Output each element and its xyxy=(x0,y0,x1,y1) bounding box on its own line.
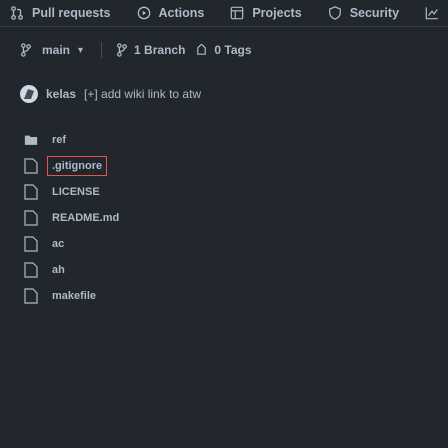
branches-link[interactable]: 1 Branch xyxy=(116,43,185,57)
graph-icon xyxy=(425,7,438,20)
play-circle-icon xyxy=(137,6,150,20)
commit-author[interactable]: kelas xyxy=(46,87,76,101)
nav-security[interactable]: Security xyxy=(328,6,399,20)
pull-request-icon xyxy=(11,6,23,20)
file-row-ah[interactable]: ah xyxy=(24,257,324,283)
nav-security-label: Security xyxy=(349,6,400,20)
nav-pull-requests[interactable]: Pull requests xyxy=(10,6,111,20)
file-icon xyxy=(24,158,38,174)
tags-link[interactable]: 0 Tags xyxy=(195,43,252,57)
avatar-icon xyxy=(24,89,34,99)
folder-icon xyxy=(24,135,38,145)
nav-insights[interactable] xyxy=(425,6,447,20)
file-icon xyxy=(24,184,38,200)
nav-actions[interactable]: Actions xyxy=(137,6,205,20)
branch-bar: main ▾ 1 Branch 0 Tags xyxy=(20,38,252,62)
branch-selector[interactable]: main ▾ xyxy=(20,43,83,57)
file-icon xyxy=(24,236,38,252)
nav-projects[interactable]: Projects xyxy=(230,6,302,20)
nav-pull-requests-label: Pull requests xyxy=(32,6,111,20)
file-icon xyxy=(24,288,38,304)
file-row-gitignore[interactable]: .gitignore xyxy=(24,153,324,179)
tag-icon xyxy=(197,43,207,55)
nav-actions-label: Actions xyxy=(158,6,205,20)
divider xyxy=(101,42,103,58)
file-row-ref[interactable]: ref xyxy=(24,127,324,153)
file-name: ah xyxy=(52,264,65,276)
file-row-makefile[interactable]: makefile xyxy=(24,283,324,309)
chevron-down-icon: ▾ xyxy=(78,44,84,56)
branch-icon xyxy=(21,43,31,57)
file-name: makefile xyxy=(52,290,97,302)
branch-icon xyxy=(117,43,128,57)
file-row-readme[interactable]: README.md xyxy=(24,205,324,231)
file-icon xyxy=(24,262,38,278)
file-name: ac xyxy=(52,238,65,250)
shield-icon xyxy=(328,6,341,20)
file-row-license[interactable]: LICENSE xyxy=(24,179,324,205)
file-name: README.md xyxy=(52,212,120,224)
latest-commit: kelas [+] add wiki link to atw xyxy=(20,82,201,106)
file-icon xyxy=(24,210,38,226)
file-row-ac[interactable]: ac xyxy=(24,231,324,257)
nav-projects-label: Projects xyxy=(252,6,302,20)
file-name: .gitignore xyxy=(47,156,108,176)
table-icon xyxy=(231,6,244,20)
avatar[interactable] xyxy=(20,85,38,103)
branches-count: 1 Branch xyxy=(134,43,186,57)
branch-name: main xyxy=(42,43,71,57)
tags-count: 0 Tags xyxy=(214,43,252,57)
file-name: LICENSE xyxy=(52,186,100,198)
file-name: ref xyxy=(52,134,67,146)
repo-nav: Pull requests Actions Projects Security xyxy=(0,0,448,27)
commit-message[interactable]: [+] add wiki link to atw xyxy=(84,87,201,101)
